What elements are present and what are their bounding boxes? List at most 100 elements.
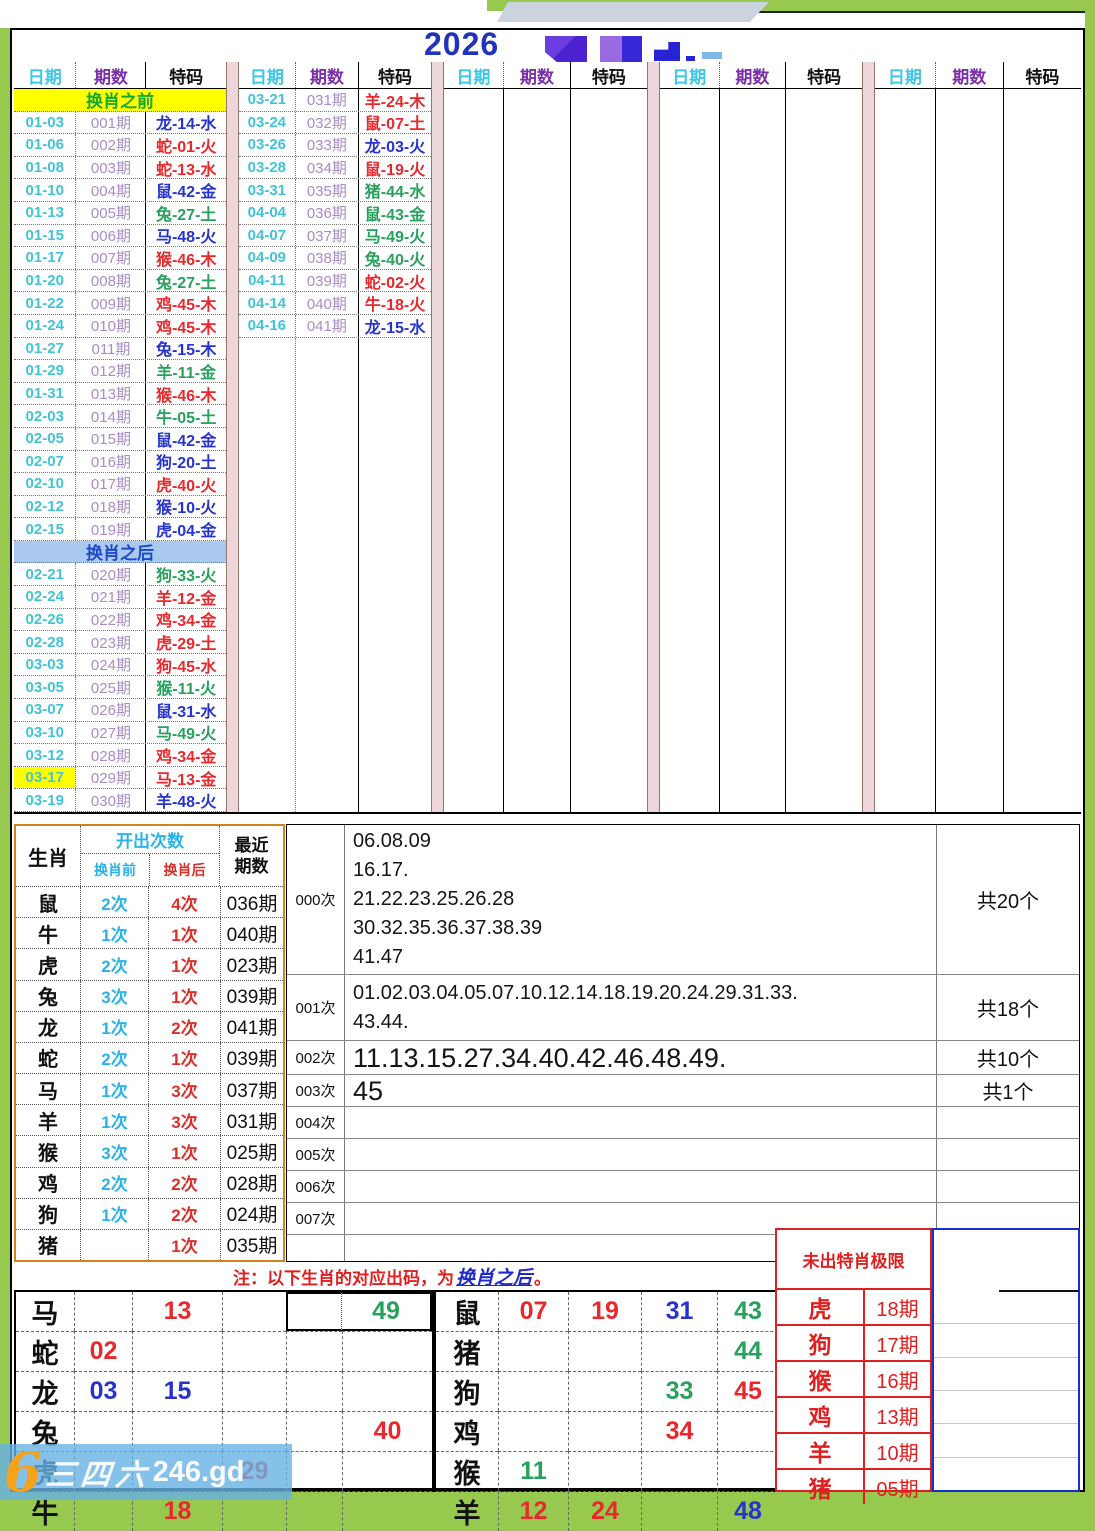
stats-recent-header: 最近 期数 — [220, 826, 283, 886]
stats-zodiac: 龙 — [38, 1018, 58, 1041]
frequency-count — [936, 1107, 1079, 1138]
code-header: 特码 — [358, 62, 431, 88]
stats-zodiac-header: 生肖 — [28, 847, 68, 870]
result-period: 016期 — [75, 450, 145, 473]
result-code: 羊-11-金 — [145, 360, 226, 382]
footnote-suffix: 。 — [534, 1268, 551, 1288]
frequency-count — [936, 1171, 1079, 1202]
zodiac-stats-row: 虎 2次 1次 023期 — [16, 948, 283, 980]
result-date: 03-31 — [247, 181, 287, 199]
frequency-row: 001次 01.02.03.04.05.07.10.12.14.18.19.20.… — [287, 975, 1079, 1041]
result-date: 04-07 — [247, 226, 287, 244]
zodiac-number: 12 — [498, 1491, 568, 1531]
top-border-line — [758, 11, 1085, 13]
stats-recent-period: 040期 — [220, 918, 283, 949]
results-rows: 换肖之前 01-03 001期 龙-14-水 01-06 002期 蛇-01-火 01-08 0… — [14, 89, 226, 812]
empty-annotation-box — [932, 1228, 1080, 1492]
frequency-numbers — [345, 1139, 936, 1170]
result-code: 虎-04-金 — [145, 518, 226, 540]
zodiac-label: 鸡 — [436, 1411, 498, 1451]
frequency-numbers — [345, 1171, 936, 1202]
limit-table-title: 未出特肖极限 — [777, 1230, 930, 1290]
phase-banner: 换肖之前 — [14, 89, 226, 112]
unshown-zodiac-limit-table: 未出特肖极限 虎 18期狗 17期猴 16期鸡 13期羊 10期猪 05期 — [775, 1228, 932, 1504]
annotation-box-line — [998, 1290, 1078, 1292]
number-line: 16.17. — [353, 859, 409, 881]
result-row: 01-29 012期 羊-11-金 — [14, 360, 226, 383]
footnote: 注：以下生肖的对应出码，为 换肖之后 。 — [12, 1262, 772, 1290]
result-row: 03-10 027期 马-49-火 — [14, 721, 226, 745]
result-period: 033期 — [294, 134, 358, 156]
zodiac-label: 龙 — [16, 1371, 74, 1411]
result-code: 蛇-01-火 — [145, 134, 226, 156]
zodiac-stats-row: 龙 1次 2次 041期 — [16, 1010, 283, 1042]
result-period: 028期 — [75, 744, 145, 766]
zodiac-stats-header: 生肖 开出次数 换肖前 换肖后 最近 期数 — [16, 826, 283, 887]
number-line: 41.47 — [353, 946, 404, 968]
stats-after-count: 3次 — [148, 1105, 220, 1136]
result-row: 03-19 030期 羊-48-火 — [14, 789, 226, 812]
frequency-label: 000次 — [287, 825, 345, 974]
result-date: 02-10 — [25, 475, 64, 493]
zodiac-label: 猴 — [436, 1451, 498, 1491]
results-group-4: 日期 期数 特码 — [660, 62, 862, 812]
result-code: 羊-12-金 — [145, 586, 226, 608]
frequency-numbers — [345, 1107, 936, 1138]
stats-zodiac: 马 — [38, 1080, 58, 1103]
limit-row: 羊 10期 — [777, 1432, 930, 1468]
frequency-row: 005次 — [287, 1139, 1079, 1171]
result-code: 羊-24-木 — [358, 89, 431, 111]
results-column-headers: 日期 期数 特码 — [239, 62, 431, 89]
stats-after-count: 2次 — [148, 1198, 220, 1229]
stats-zodiac: 蛇 — [38, 1049, 58, 1072]
result-row: 02-21 020期 狗-33-火 — [14, 563, 226, 587]
result-period: 032期 — [294, 111, 358, 134]
code-header: 特码 — [785, 62, 862, 88]
zodiac-number: 48 — [717, 1491, 778, 1531]
result-period: 026期 — [75, 699, 145, 721]
result-row: 02-26 022期 鸡-34-金 — [14, 608, 226, 632]
frequency-row: 000次 06.08.09 16.17. 21.22.23.25.26.28 30.32… — [287, 825, 1079, 975]
result-code: 龙-14-水 — [145, 111, 226, 133]
result-date: 02-05 — [25, 430, 64, 448]
result-period: 035期 — [294, 179, 358, 201]
result-row: 04-14 040期 牛-18-火 — [239, 292, 431, 315]
empty-cell — [74, 1292, 132, 1331]
result-row: 01-13 005期 兔-27-土 — [14, 201, 226, 225]
result-period: 009期 — [75, 292, 145, 314]
stats-recent-period: 039期 — [220, 980, 283, 1011]
result-date: 03-26 — [247, 136, 287, 154]
empty-cell — [132, 1331, 222, 1371]
result-code: 猴-11-火 — [145, 676, 226, 698]
period-header: 期数 — [75, 62, 145, 88]
zodiac-stats-row: 鸡 2次 2次 028期 — [16, 1166, 283, 1198]
stats-after-count: 2次 — [148, 1167, 220, 1198]
date-header: 日期 — [456, 67, 491, 87]
result-row: 04-07 037期 马-49-火 — [239, 224, 431, 248]
stats-before-count: 1次 — [80, 918, 148, 949]
limit-periods: 05期 — [876, 1478, 919, 1501]
empty-cell — [286, 1411, 342, 1451]
result-period: 021期 — [75, 586, 145, 608]
date-header: 日期 — [672, 67, 707, 87]
result-code: 马-13-金 — [145, 766, 226, 789]
result-row: 02-05 015期 鼠-42-金 — [14, 427, 226, 451]
limit-zodiac: 狗 — [777, 1326, 865, 1360]
result-code: 牛-18-火 — [358, 292, 431, 314]
annotation-row-line — [934, 1456, 1078, 1458]
annotation-row-line — [934, 1423, 1078, 1425]
watermark-logo-icon: 6 — [4, 1439, 42, 1504]
result-period: 031期 — [294, 89, 358, 111]
lottery-chart-page: 2026 日期 期数 特码 换肖之前 01-03 001期 龙-14-水 01-06 002期蛇… — [10, 26, 1085, 1531]
empty-cell — [286, 1451, 342, 1491]
result-period: 014期 — [75, 405, 145, 427]
frequency-count: 共10个 — [936, 1041, 1079, 1074]
result-date: 01-27 — [25, 339, 64, 357]
stats-recent-period: 041期 — [220, 1011, 283, 1042]
result-date: 04-04 — [247, 204, 287, 222]
watermark-domain-link[interactable]: 246.gd — [153, 1456, 245, 1489]
result-row: 01-24 010期 鸡-45-木 — [14, 314, 226, 338]
zodiac-number: 19 — [568, 1292, 641, 1331]
result-period: 037期 — [294, 224, 358, 247]
limit-row: 鸡 13期 — [777, 1396, 930, 1432]
